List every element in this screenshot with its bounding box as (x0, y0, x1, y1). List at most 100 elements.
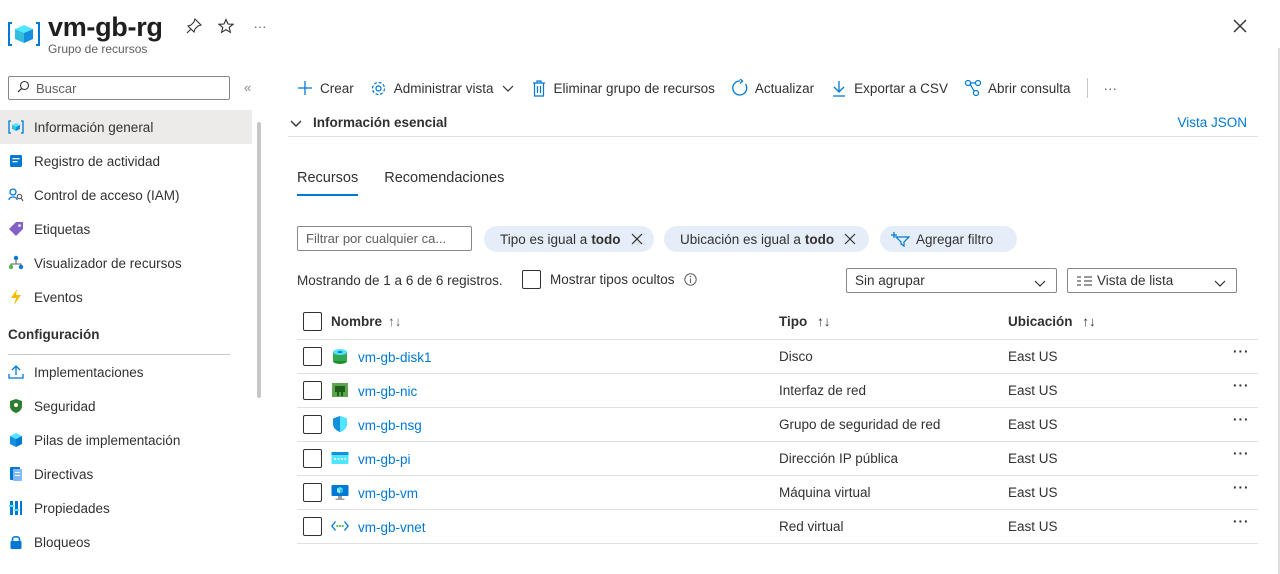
column-header-location[interactable]: Ubicación ↑↓ (1008, 314, 1096, 329)
toolbar-divider (1086, 78, 1088, 98)
create-button[interactable]: Crear (288, 76, 362, 100)
row-checkbox[interactable] (303, 483, 322, 502)
download-icon (830, 79, 848, 97)
row-more-button[interactable]: ··· (1233, 378, 1250, 393)
sidebar-item-security[interactable]: Seguridad (0, 389, 252, 423)
filter-input[interactable]: Filtrar por cualquier ca... (297, 226, 472, 251)
open-query-button[interactable]: Abrir consulta (956, 76, 1079, 100)
sidebar-item-tags[interactable]: Etiquetas (0, 212, 252, 246)
add-filter-button[interactable]: Agregar filtro (880, 226, 1017, 252)
sort-icon: ↑↓ (817, 314, 831, 329)
type-filter-pill[interactable]: Tipo es igual a todo (484, 226, 654, 252)
sidebar-search-input[interactable]: Buscar (8, 76, 230, 100)
delete-resource-group-button[interactable]: Eliminar grupo de recursos (522, 76, 723, 100)
resource-type: Red virtual (779, 519, 844, 534)
row-checkbox[interactable] (303, 517, 322, 536)
export-csv-button[interactable]: Exportar a CSV (822, 76, 956, 100)
sort-icon: ↑↓ (388, 314, 402, 329)
column-header-label: Tipo (779, 314, 808, 329)
manage-view-button[interactable]: Administrar vista (362, 76, 522, 100)
table-row: vm-gb-nsg Grupo de seguridad de red East… (297, 408, 1258, 442)
select-all-checkbox[interactable] (303, 312, 322, 331)
sidebar-item-properties[interactable]: Propiedades (0, 491, 252, 525)
command-bar: Crear Administrar vista Eliminar grupo d… (288, 76, 1125, 100)
star-icon[interactable] (216, 16, 236, 36)
essentials-bar[interactable]: Información esencial Vista JSON (288, 109, 1258, 137)
manage-view-label: Administrar vista (393, 80, 494, 96)
sidebar-item-label: Control de acceso (IAM) (34, 187, 180, 203)
row-checkbox[interactable] (303, 415, 322, 434)
resource-link[interactable]: vm-gb-vm (358, 486, 418, 501)
remove-filter-icon[interactable] (844, 233, 856, 245)
json-view-link[interactable]: Vista JSON (1177, 115, 1247, 130)
show-hidden-types-checkbox[interactable] (522, 270, 541, 289)
resource-group-icon (8, 18, 40, 50)
sidebar-item-deployments[interactable]: Implementaciones (0, 355, 252, 389)
row-checkbox[interactable] (303, 381, 322, 400)
disk-icon (331, 347, 349, 365)
group-by-value: Sin agrupar (855, 273, 925, 288)
more-options-icon[interactable]: ··· (250, 16, 270, 36)
remove-filter-icon[interactable] (631, 233, 643, 245)
trash-icon (530, 79, 548, 97)
sidebar-item-resource-visualizer[interactable]: Visualizador de recursos (0, 246, 252, 280)
tab-recommendations[interactable]: Recomendaciones (384, 170, 504, 196)
show-hidden-types[interactable]: Mostrar tipos ocultos (522, 270, 697, 289)
view-mode-dropdown[interactable]: Vista de lista (1067, 268, 1237, 293)
toolbar-more-button[interactable]: ··· (1096, 76, 1126, 100)
type-filter-label: Tipo es igual a (500, 231, 588, 247)
add-filter-icon (890, 231, 910, 247)
collapse-sidebar-icon[interactable]: « (244, 80, 251, 95)
row-checkbox[interactable] (303, 449, 322, 468)
row-more-button[interactable]: ··· (1233, 344, 1250, 359)
row-more-button[interactable]: ··· (1233, 412, 1250, 427)
sidebar-item-iam[interactable]: Control de acceso (IAM) (0, 178, 252, 212)
resource-group-icon (8, 119, 24, 135)
resource-link[interactable]: vm-gb-disk1 (358, 350, 432, 365)
events-icon (8, 289, 24, 305)
sidebar-item-policies[interactable]: Directivas (0, 457, 252, 491)
location-filter-value: todo (804, 231, 835, 247)
refresh-button[interactable]: Actualizar (723, 76, 822, 100)
column-header-type[interactable]: Tipo ↑↓ (779, 314, 831, 329)
resource-location: East US (1008, 451, 1058, 466)
create-label: Crear (320, 80, 354, 96)
record-count: Mostrando de 1 a 6 de 6 registros. (297, 273, 503, 288)
sidebar-item-overview[interactable]: Información general (0, 110, 252, 144)
row-checkbox[interactable] (303, 347, 322, 366)
vnet-icon (331, 517, 349, 535)
resource-link[interactable]: vm-gb-nsg (358, 418, 422, 433)
close-icon[interactable] (1230, 16, 1250, 36)
sidebar-item-label: Seguridad (34, 398, 96, 414)
sidebar-item-deployment-stacks[interactable]: Pilas de implementación (0, 423, 252, 457)
group-by-dropdown[interactable]: Sin agrupar (846, 268, 1057, 293)
public-ip-icon (331, 449, 349, 467)
resource-link[interactable]: vm-gb-vnet (358, 520, 426, 535)
location-filter-pill[interactable]: Ubicación es igual a todo (664, 226, 869, 252)
row-more-button[interactable]: ··· (1233, 514, 1250, 529)
sidebar-item-label: Registro de actividad (34, 153, 161, 169)
export-csv-label: Exportar a CSV (854, 80, 948, 96)
row-more-button[interactable]: ··· (1233, 446, 1250, 461)
resources-table: Nombre ↑↓ Tipo ↑↓ Ubicación ↑↓ vm-gb-dis… (297, 305, 1258, 544)
sidebar-item-locks[interactable]: Bloqueos (0, 525, 252, 559)
open-query-label: Abrir consulta (987, 80, 1071, 96)
column-header-name[interactable]: Nombre ↑↓ (331, 314, 402, 329)
table-header-row: Nombre ↑↓ Tipo ↑↓ Ubicación ↑↓ (297, 305, 1258, 340)
policies-icon (8, 466, 24, 482)
resource-location: East US (1008, 417, 1058, 432)
chevron-down-icon[interactable] (290, 116, 302, 131)
sidebar-item-activity-log[interactable]: Registro de actividad (0, 144, 252, 178)
sidebar-item-label: Directivas (34, 466, 94, 482)
search-icon (17, 80, 30, 96)
resource-type: Interfaz de red (779, 383, 867, 398)
row-more-button[interactable]: ··· (1233, 480, 1250, 495)
resource-link[interactable]: vm-gb-pi (358, 452, 411, 467)
pin-icon[interactable] (184, 16, 204, 36)
sidebar-item-label: Propiedades (34, 500, 110, 516)
sidebar-item-events[interactable]: Eventos (0, 280, 252, 314)
tab-resources[interactable]: Recursos (297, 170, 359, 196)
sidebar-scrollbar[interactable] (257, 122, 261, 398)
resource-link[interactable]: vm-gb-nic (358, 384, 417, 399)
info-icon[interactable] (683, 273, 697, 286)
